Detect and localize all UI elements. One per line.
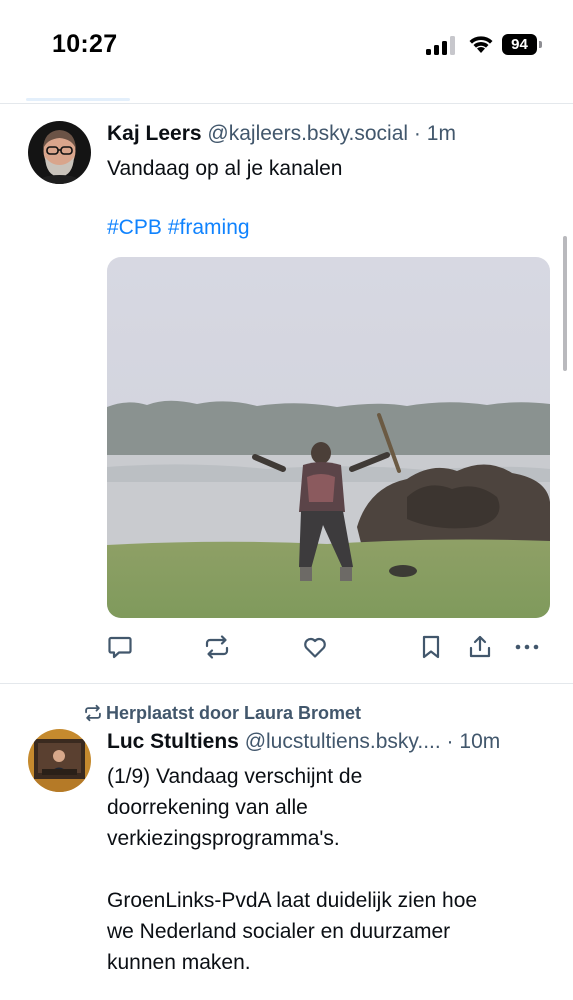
post-timestamp[interactable]: 10m bbox=[459, 730, 500, 753]
post-media-gif[interactable] bbox=[107, 257, 550, 618]
cellular-signal-icon bbox=[426, 36, 455, 55]
active-tab-indicator bbox=[26, 98, 130, 101]
media-image bbox=[107, 257, 550, 618]
repost-indicator[interactable]: Herplaatst door Laura Bromet bbox=[84, 702, 361, 724]
post-action-bar bbox=[107, 634, 547, 664]
reply-icon[interactable] bbox=[107, 634, 133, 660]
hashtag-list: #CPB #framing bbox=[107, 214, 555, 242]
post-text-line: verkiezingsprogramma's. bbox=[107, 827, 340, 850]
post-meta: Kaj Leers @kajleers.bsky.social · 1m bbox=[107, 121, 555, 147]
like-icon[interactable] bbox=[302, 634, 328, 660]
bookmark-icon[interactable] bbox=[418, 634, 444, 660]
status-time: 10:27 bbox=[52, 30, 118, 58]
wifi-icon bbox=[469, 36, 493, 53]
repost-label: Herplaatst door Laura Bromet bbox=[106, 703, 362, 723]
scrollbar[interactable] bbox=[563, 236, 567, 371]
avatar-image bbox=[28, 121, 91, 184]
post-text-line: GroenLinks-PvdA laat duidelijk zien hoe bbox=[107, 889, 478, 912]
battery-indicator: 94 bbox=[502, 34, 542, 55]
author-handle[interactable]: @lucstultiens.bsky.... bbox=[245, 730, 441, 753]
battery-cap bbox=[539, 41, 542, 48]
post-body: Kaj Leers @kajleers.bsky.social · 1m Van… bbox=[107, 121, 555, 242]
feed-post[interactable]: Herplaatst door Laura Bromet Luc Stultie… bbox=[0, 684, 573, 1000]
feed-header-faded bbox=[0, 60, 573, 104]
feed-post[interactable]: Kaj Leers @kajleers.bsky.social · 1m Van… bbox=[0, 104, 573, 684]
post-text-line: kunnen maken. bbox=[107, 951, 251, 974]
post-body: Luc Stultiens @lucstultiens.bsky.... · 1… bbox=[107, 729, 555, 978]
author-name[interactable]: Luc Stultiens bbox=[107, 730, 239, 753]
avatar[interactable] bbox=[28, 121, 91, 184]
repost-small-icon bbox=[85, 704, 101, 722]
share-icon[interactable] bbox=[467, 634, 493, 660]
repost-icon[interactable] bbox=[204, 634, 230, 660]
avatar-image bbox=[28, 729, 91, 792]
post-meta: Luc Stultiens @lucstultiens.bsky.... · 1… bbox=[107, 729, 555, 755]
post-text-line bbox=[107, 854, 555, 885]
post-text: Vandaag op al je kanalen bbox=[107, 157, 343, 180]
post-timestamp[interactable]: 1m bbox=[427, 122, 456, 145]
hashtag-link[interactable]: #framing bbox=[168, 216, 250, 239]
battery-level: 94 bbox=[502, 34, 537, 55]
post-text: (1/9) Vandaag verschijnt de doorrekening… bbox=[107, 761, 555, 978]
author-name[interactable]: Kaj Leers bbox=[107, 122, 202, 145]
post-text-line: (1/9) Vandaag verschijnt de bbox=[107, 765, 363, 788]
post-text-line: we Nederland socialer en duurzamer bbox=[107, 920, 451, 943]
avatar[interactable] bbox=[28, 729, 91, 792]
post-text-line: doorrekening van alle bbox=[107, 796, 308, 819]
author-handle[interactable]: @kajleers.bsky.social bbox=[207, 122, 408, 145]
time-separator: · bbox=[446, 730, 454, 753]
time-separator: · bbox=[413, 122, 421, 145]
more-icon[interactable] bbox=[514, 634, 540, 660]
hashtag-link[interactable]: #CPB bbox=[107, 216, 162, 239]
